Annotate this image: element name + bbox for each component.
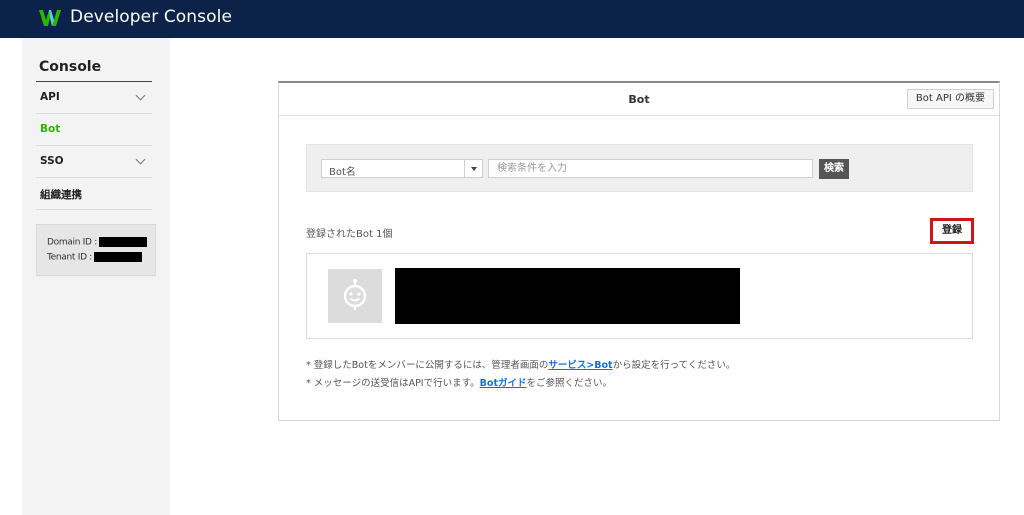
domain-id-row: Domain ID : bbox=[47, 237, 147, 248]
select-arrow-button[interactable] bbox=[464, 160, 482, 177]
bot-list-item[interactable] bbox=[306, 253, 973, 339]
chevron-down-icon bbox=[135, 90, 146, 101]
bot-avatar bbox=[328, 269, 382, 323]
tenant-id-redacted bbox=[94, 252, 142, 262]
sidebar-item-bot[interactable]: Bot bbox=[36, 114, 152, 146]
domain-id-label: Domain ID : bbox=[47, 237, 97, 248]
sidebar-item-sso[interactable]: SSO bbox=[36, 146, 152, 178]
bot-api-overview-button[interactable]: Bot API の概要 bbox=[906, 89, 994, 109]
search-area: Bot名 検索 bbox=[306, 144, 973, 192]
select-value: Bot名 bbox=[329, 167, 356, 178]
sidebar-item-label: Bot bbox=[40, 123, 61, 135]
id-info-box: Domain ID : Tenant ID : bbox=[36, 224, 156, 276]
note-text: をご参照ください。 bbox=[526, 378, 612, 389]
sidebar-item-api[interactable]: API bbox=[36, 82, 152, 114]
chevron-down-icon bbox=[135, 154, 146, 165]
bot-count-label: 登録されたBot 1個 bbox=[306, 229, 393, 240]
sidebar-title: Console bbox=[39, 59, 102, 75]
tenant-id-row: Tenant ID : bbox=[47, 252, 142, 263]
bot-name-redacted bbox=[395, 268, 740, 324]
tenant-id-label: Tenant ID : bbox=[47, 252, 92, 263]
top-header: Developer Console bbox=[0, 0, 1024, 38]
sidebar-item-label: 組織連携 bbox=[40, 189, 82, 201]
note-text: * メッセージの送受信はAPIで行います。 bbox=[306, 378, 480, 389]
search-input[interactable] bbox=[488, 159, 813, 178]
note-text: から設定を行ってください。 bbox=[612, 360, 736, 371]
domain-id-redacted bbox=[98, 237, 147, 247]
bot-panel: Bot Bot API の概要 Bot名 検索 登録されたBot 1個 登録 bbox=[278, 81, 1000, 421]
search-type-select[interactable]: Bot名 bbox=[321, 159, 483, 178]
app-title: Developer Console bbox=[70, 7, 233, 27]
search-button[interactable]: 検索 bbox=[819, 159, 849, 179]
note-text: * 登録したBotをメンバーに公開するには、管理者画面の bbox=[306, 360, 549, 371]
panel-header: Bot Bot API の概要 bbox=[279, 83, 999, 116]
caret-down-icon bbox=[471, 167, 477, 171]
page-title: Bot bbox=[628, 93, 650, 106]
sidebar: Console API Bot SSO 組織連携 Domain ID : Ten… bbox=[22, 38, 170, 515]
robot-icon bbox=[343, 279, 367, 310]
register-button[interactable]: 登録 bbox=[930, 218, 974, 244]
sidebar-item-org-link[interactable]: 組織連携 bbox=[36, 178, 152, 210]
note-publish: * 登録したBotをメンバーに公開するには、管理者画面のサービス>Botから設定… bbox=[306, 357, 735, 371]
sidebar-item-label: SSO bbox=[40, 155, 64, 167]
sidebar-item-label: API bbox=[40, 91, 60, 103]
service-bot-link[interactable]: サービス>Bot bbox=[548, 360, 612, 371]
note-api: * メッセージの送受信はAPIで行います。Botガイドをご参照ください。 bbox=[306, 375, 612, 389]
works-logo-icon[interactable] bbox=[38, 8, 62, 28]
bot-guide-link[interactable]: Botガイド bbox=[480, 378, 527, 389]
